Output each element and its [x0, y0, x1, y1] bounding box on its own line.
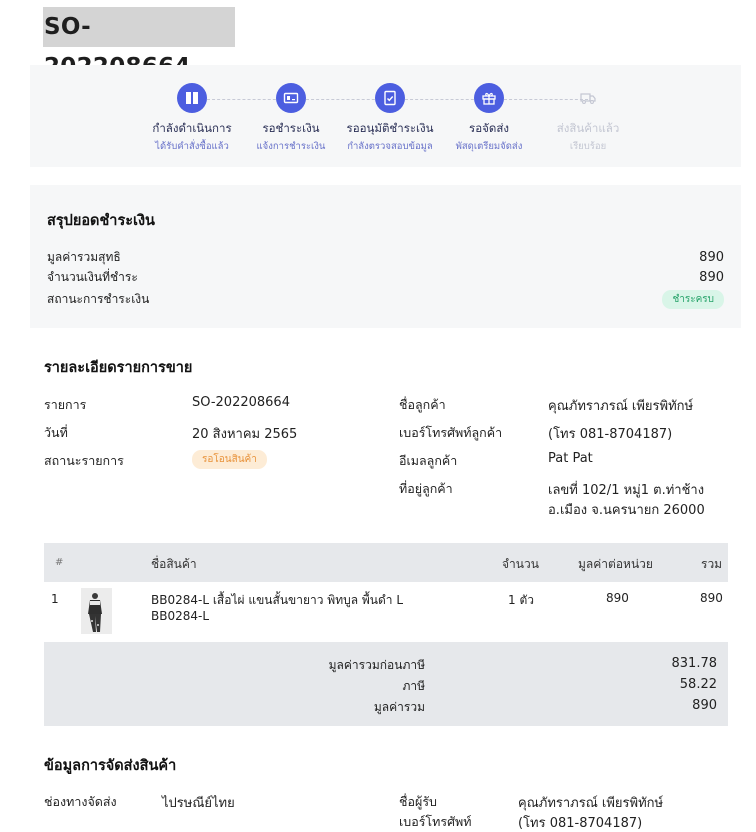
- items-table-header: # ชื่อสินค้า จำนวน มูลค่าต่อหน่วย รวม: [44, 543, 728, 582]
- step-subtitle: เรียบร้อย: [569, 141, 607, 152]
- product-sku: BB0284-L: [151, 609, 210, 623]
- col-unit-price-header: มูลค่าต่อหน่วย: [578, 557, 653, 571]
- tax-value: 58.22: [679, 677, 717, 692]
- customer-address-line2: อ.เมือง จ.นครนายก 26000: [548, 503, 705, 518]
- paid-amount-value: 890: [699, 269, 724, 285]
- step-title: รอชำระเงิน: [262, 121, 320, 135]
- step-subtitle: พัสดุเตรียมจัดส่ง: [455, 141, 523, 152]
- step-delivered: ส่งสินค้าแล้ว เรียบร้อย: [533, 83, 643, 154]
- customer-email-label: อีเมลลูกค้า: [399, 453, 458, 468]
- sale-details-title: รายละเอียดรายการขาย: [44, 360, 193, 376]
- payment-status-badge: ชำระครบ: [662, 289, 724, 309]
- document-check-icon: [375, 83, 405, 113]
- date-label: วันที่: [44, 425, 68, 440]
- customer-email-value: Pat Pat: [548, 451, 593, 466]
- row-total: 890: [700, 591, 723, 605]
- step-title: รออนุมัติชำระเงิน: [346, 121, 434, 135]
- step-subtitle: กำลังตรวจสอบข้อมูล: [347, 141, 433, 152]
- row-unit-price: 890: [606, 591, 629, 605]
- paid-amount-row: จำนวนเงินที่ชำระ 890: [47, 267, 724, 287]
- shipping-info-title: ข้อมูลการจัดส่งสินค้า: [44, 758, 177, 774]
- grand-total-label: มูลค่ารวม: [373, 700, 425, 714]
- recipient-phone-value: (โทร 081-8704187): [518, 816, 643, 831]
- step-subtitle: ได้รับคำสั่งซื้อแล้ว: [155, 141, 229, 152]
- customer-name-value: คุณภัทราภรณ์ เพียรพิทักษ์: [548, 399, 694, 414]
- grand-total-value: 890: [692, 698, 717, 713]
- step-awaiting-approval: รออนุมัติชำระเงิน กำลังตรวจสอบข้อมูล: [335, 83, 445, 154]
- tax-label: ภาษี: [402, 679, 425, 693]
- step-awaiting-shipment: รอจัดส่ง พัสดุเตรียมจัดส่ง: [434, 83, 544, 154]
- col-name-header: ชื่อสินค้า: [151, 557, 197, 571]
- customer-phone-value: (โทร 081-8704187): [548, 427, 673, 442]
- step-subtitle: แจ้งการชำระเงิน: [256, 141, 326, 152]
- net-total-label: มูลค่ารวมสุทธิ: [47, 249, 121, 264]
- delivery-truck-icon: [573, 83, 603, 113]
- step-title: รอจัดส่ง: [469, 121, 509, 135]
- customer-address-line1: เลขที่ 102/1 หมู่1 ต.ท่าช้าง: [548, 483, 705, 498]
- subtotal-label: มูลค่ารวมก่อนภาษี: [328, 658, 425, 672]
- package-icon: [177, 83, 207, 113]
- recipient-name-label: ชื่อผู้รับ: [399, 794, 437, 809]
- customer-address-label: ที่อยู่ลูกค้า: [399, 481, 453, 496]
- col-index-header: #: [55, 557, 64, 568]
- step-title: ส่งสินค้าแล้ว: [556, 121, 620, 135]
- payment-summary-title: สรุปยอดชำระเงิน: [47, 213, 155, 229]
- shipping-channel-value: ไปรษณีย์ไทย: [162, 796, 235, 811]
- row-qty: 1 ตัว: [508, 593, 534, 607]
- payment-summary-card: สรุปยอดชำระเงิน มูลค่ารวมสุทธิ 890 จำนวน…: [30, 185, 741, 328]
- payment-card-icon: [276, 83, 306, 113]
- subtotal-value: 831.78: [671, 656, 718, 671]
- customer-name-label: ชื่อลูกค้า: [399, 397, 446, 412]
- shipping-channel-label: ช่องทางจัดส่ง: [44, 794, 117, 809]
- col-qty-header: จำนวน: [502, 557, 539, 571]
- step-awaiting-payment: รอชำระเงิน แจ้งการชำระเงิน: [236, 83, 346, 154]
- order-progress-stepper: กำลังดำเนินการ ได้รับคำสั่งซื้อแล้ว รอชำ…: [30, 65, 741, 167]
- recipient-name-value: คุณภัทราภรณ์ เพียรพิทักษ์: [518, 796, 664, 811]
- product-thumbnail[interactable]: [81, 588, 112, 634]
- product-name: BB0284-L เสื้อไผ่ แขนสั้นขายาว พิทบูล พื…: [151, 593, 404, 607]
- totals-summary: มูลค่ารวมก่อนภาษี 831.78 ภาษี 58.22 มูลค…: [44, 642, 728, 726]
- payment-status-label: สถานะการชำระเงิน: [47, 291, 150, 306]
- row-index: 1: [51, 592, 59, 606]
- col-total-header: รวม: [701, 557, 723, 571]
- order-number-title: SO-202208664: [43, 7, 235, 80]
- order-status-badge: รอโอนสินค้า: [192, 450, 267, 469]
- gift-box-icon: [474, 83, 504, 113]
- payment-status-row: สถานะการชำระเงิน ชำระครบ: [47, 289, 724, 309]
- customer-phone-label: เบอร์โทรศัพท์ลูกค้า: [399, 425, 503, 440]
- item-value: SO-202208664: [192, 395, 290, 410]
- step-title: กำลังดำเนินการ: [152, 121, 232, 135]
- net-total-value: 890: [699, 249, 724, 265]
- net-total-row: มูลค่ารวมสุทธิ 890: [47, 247, 724, 267]
- date-value: 20 สิงหาคม 2565: [192, 427, 298, 442]
- item-label: รายการ: [44, 397, 87, 412]
- recipient-phone-label: เบอร์โทรศัพท์: [399, 814, 472, 829]
- paid-amount-label: จำนวนเงินที่ชำระ: [47, 269, 138, 284]
- table-row: 1 BB0284-L เสื้อไผ่ แขนสั้นขายาว พิทบูล …: [44, 582, 728, 642]
- step-processing: กำลังดำเนินการ ได้รับคำสั่งซื้อแล้ว: [137, 83, 247, 154]
- order-status-label: สถานะรายการ: [44, 453, 124, 468]
